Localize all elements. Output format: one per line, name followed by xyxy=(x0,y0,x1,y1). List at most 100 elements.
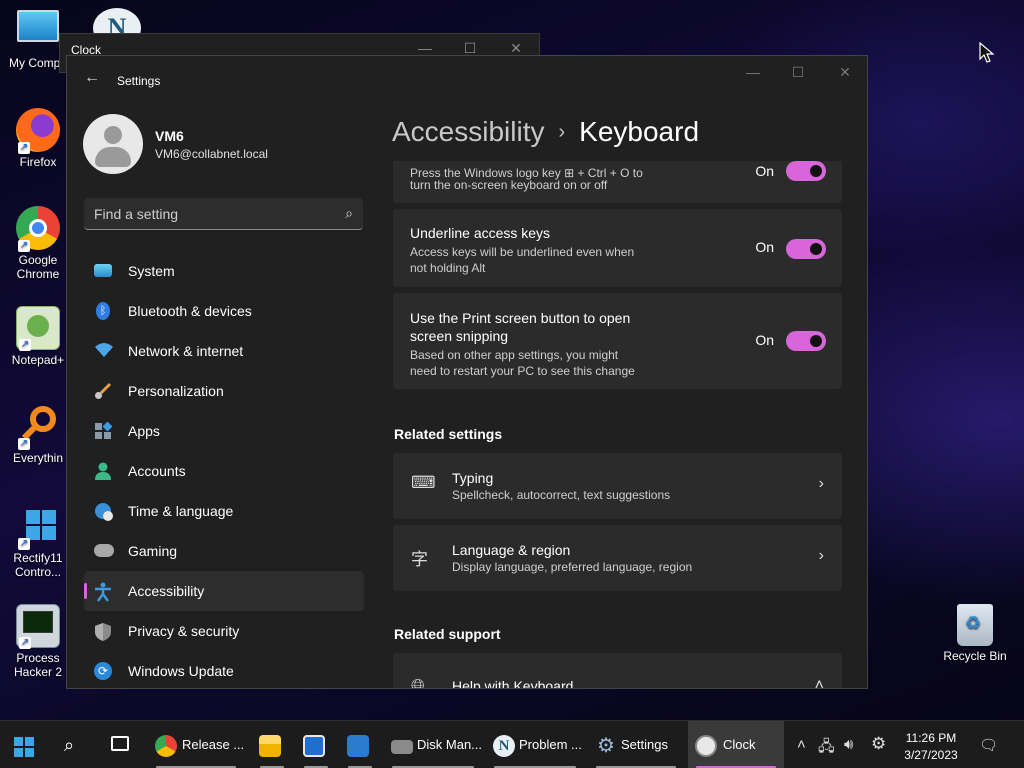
breadcrumb: Accessibility › Keyboard xyxy=(392,116,699,148)
desktop-icon-label: Everythin xyxy=(12,451,64,465)
sidebar-item-label: Accessibility xyxy=(128,583,205,599)
sidebar-item-system[interactable]: System xyxy=(84,251,364,291)
clock-time: 11:26 PM xyxy=(905,731,957,745)
minimize-icon[interactable]: — xyxy=(410,40,440,56)
sidebar-item-label: Time & language xyxy=(128,503,234,519)
taskbar-app-disk-management[interactable]: Disk Man... xyxy=(384,721,482,768)
chevron-up-icon[interactable]: ˄ xyxy=(797,736,806,753)
search-button[interactable]: ⌕ xyxy=(58,721,90,768)
chevron-right-icon: › xyxy=(818,475,824,492)
sidebar-item-accounts[interactable]: Accounts xyxy=(84,451,364,491)
close-icon[interactable]: ✕ xyxy=(830,64,860,81)
taskbar-app-control[interactable] xyxy=(340,721,380,768)
onscreen-keyboard-shortcut-card: Press the Windows logo key ⊞ + Ctrl + O … xyxy=(393,161,842,203)
typing-link[interactable]: ⌨ Typing Spellcheck, autocorrect, text s… xyxy=(393,453,842,519)
taskbar-app-label: Disk Man... xyxy=(417,737,483,752)
breadcrumb-parent[interactable]: Accessibility xyxy=(392,116,544,147)
search-input[interactable]: Find a setting ⌕ xyxy=(84,198,363,230)
desktop-icon-firefox[interactable]: ↗ Firefox xyxy=(5,108,71,169)
network-icon[interactable]: 🖧︎ xyxy=(818,736,835,761)
desktop-icon-rectify11[interactable]: ↗ Rectify11 Contro... xyxy=(5,504,71,579)
underline-access-keys-card: Underline access keys Access keys will b… xyxy=(393,209,842,287)
desktop-icon-label: Process Hacker 2 xyxy=(13,651,63,679)
disk-icon xyxy=(391,740,413,754)
shortcut-arrow-icon: ↗ xyxy=(18,142,30,154)
task-view-button[interactable] xyxy=(104,721,136,768)
desktop-icon-label: Firefox xyxy=(19,155,57,169)
taskbar-app-chrome[interactable]: Release ... xyxy=(148,721,244,768)
language-region-link[interactable]: 字 Language & region Display language, pr… xyxy=(393,525,842,591)
keyboard-icon: ⌨ xyxy=(411,473,436,492)
person-icon xyxy=(94,462,112,480)
explorer-icon xyxy=(259,735,281,757)
sidebar-item-windows-update[interactable]: ⟳ Windows Update xyxy=(84,651,364,688)
brush-icon xyxy=(94,382,112,400)
settings-content[interactable]: Press the Windows logo key ⊞ + Ctrl + O … xyxy=(393,161,843,689)
sidebar-item-apps[interactable]: Apps xyxy=(84,411,364,451)
desktop-icon-label: Notepad+ xyxy=(11,353,65,367)
settings-window-title: Settings xyxy=(117,74,161,88)
desktop-icon-recycle-bin[interactable]: ♻ Recycle Bin xyxy=(941,604,1009,663)
desktop-icon-label: Rectify11 Contro... xyxy=(13,551,63,579)
sidebar-item-gaming[interactable]: Gaming xyxy=(84,531,364,571)
wifi-icon xyxy=(94,342,113,360)
volume-icon[interactable]: 🔊︎ xyxy=(844,736,853,753)
search-placeholder: Find a setting xyxy=(94,206,179,222)
taskbar-app-label: Settings xyxy=(621,737,668,752)
taskbar-app-explorer[interactable] xyxy=(252,721,292,768)
settings-window: ← Settings — ☐ ✕ VM6 VM6@collabnet.local… xyxy=(66,55,868,689)
taskbar-app-problem[interactable]: N Problem ... xyxy=(486,721,584,768)
desktop-icon-label: Recycle Bin xyxy=(943,649,1007,663)
desktop-icon-everything[interactable]: ↗ Everythin xyxy=(5,404,71,465)
taskbar-app-clock[interactable]: Clock xyxy=(688,721,784,768)
page-title: Keyboard xyxy=(579,116,700,147)
desktop-icon-chrome[interactable]: ↗ Google Chrome xyxy=(5,206,71,281)
app-icon xyxy=(303,735,325,757)
shortcut-arrow-icon: ↗ xyxy=(19,637,31,649)
chrome-icon xyxy=(155,735,177,757)
minimize-icon[interactable]: — xyxy=(738,64,768,80)
globe-icon: 🌐︎ xyxy=(411,676,425,689)
sidebar-item-bluetooth[interactable]: ᛒ Bluetooth & devices xyxy=(84,291,364,331)
back-arrow-icon[interactable]: ← xyxy=(83,69,101,87)
system-clock[interactable]: 11:26 PM 3/27/2023 xyxy=(895,730,967,764)
underline-access-keys-toggle[interactable] xyxy=(786,239,826,259)
desktop-icon-process-hacker[interactable]: ↗ Process Hacker 2 xyxy=(5,604,71,679)
maximize-icon[interactable]: ☐ xyxy=(783,64,813,81)
card-description: Access keys will be underlined even when xyxy=(410,245,635,259)
bluetooth-icon: ᛒ xyxy=(96,302,110,320)
onscreen-keyboard-toggle[interactable] xyxy=(786,161,826,181)
taskbar-app-settings[interactable]: ⚙ Settings xyxy=(588,721,684,768)
desktop-icon-label: Google Chrome xyxy=(16,253,60,281)
shortcut-arrow-icon: ↗ xyxy=(18,240,30,252)
start-button[interactable] xyxy=(8,721,40,768)
print-screen-snipping-card: Use the Print screen button to open scre… xyxy=(393,293,842,389)
taskbar-app-window[interactable] xyxy=(296,721,336,768)
desktop-icon-notepadpp[interactable]: ↗ Notepad+ xyxy=(5,306,71,367)
sidebar-item-accessibility[interactable]: Accessibility xyxy=(84,571,364,611)
sidebar-item-time-language[interactable]: Time & language xyxy=(84,491,364,531)
windows-logo-icon xyxy=(14,737,34,757)
link-description: Spellcheck, autocorrect, text suggestion… xyxy=(452,488,671,502)
gamepad-icon xyxy=(94,544,114,557)
sidebar-item-privacy[interactable]: Privacy & security xyxy=(84,611,364,651)
toggle-state-label: On xyxy=(755,332,774,348)
settings-icon: ⚙ xyxy=(597,735,615,757)
print-screen-toggle[interactable] xyxy=(786,331,826,351)
help-with-keyboard-card[interactable]: 🌐︎ Help with Keyboard ˄ xyxy=(393,653,842,689)
sidebar-item-label: Privacy & security xyxy=(128,623,240,639)
computer-icon xyxy=(17,10,59,42)
search-icon[interactable]: ⌕ xyxy=(345,205,353,222)
gear-icon[interactable]: ⚙ xyxy=(871,734,886,754)
related-settings-heading: Related settings xyxy=(394,426,503,442)
sidebar-item-personalization[interactable]: Personalization xyxy=(84,371,364,411)
taskbar-app-label: Problem ... xyxy=(519,737,582,752)
card-description: not holding Alt xyxy=(410,261,486,275)
shortcut-arrow-icon: ↗ xyxy=(18,438,30,450)
sidebar-item-network[interactable]: Network & internet xyxy=(84,331,364,371)
clock-date: 3/27/2023 xyxy=(904,748,958,762)
monitor-icon xyxy=(94,264,112,277)
notification-icon[interactable]: 🗨︎ xyxy=(979,736,998,754)
app2-icon xyxy=(347,735,369,757)
avatar[interactable] xyxy=(83,114,143,174)
